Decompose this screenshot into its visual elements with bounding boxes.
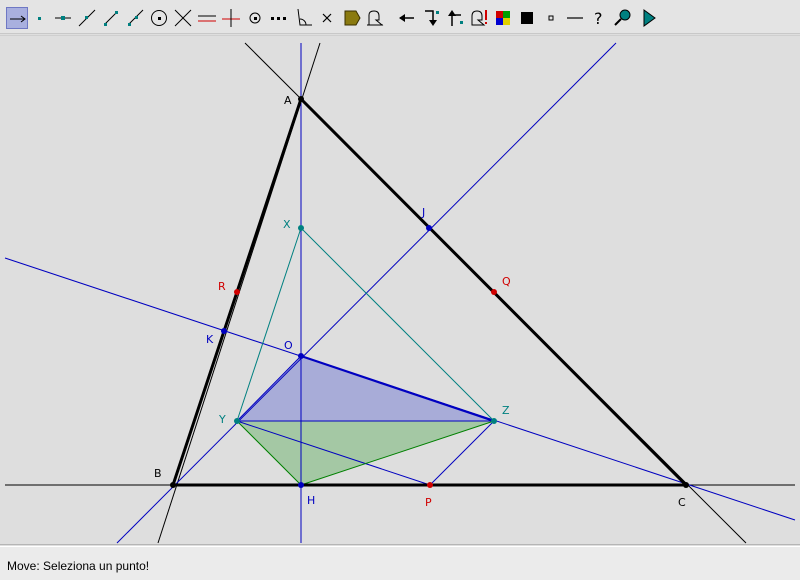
angle-tool-button[interactable]	[292, 7, 314, 29]
status-bar: Move: Seleziona un punto!	[0, 546, 800, 580]
ray-tool-button[interactable]	[124, 7, 146, 29]
polygon-tool-button[interactable]	[340, 7, 362, 29]
filled-square-icon	[521, 12, 533, 24]
parallel-lines-icon	[198, 15, 216, 22]
macro-end-tool-button[interactable]	[444, 7, 466, 29]
label-q: Q	[502, 275, 511, 288]
help-tool-button[interactable]: ?	[588, 7, 610, 29]
zoom-tool-button[interactable]	[612, 7, 634, 29]
segment-tool-button[interactable]	[100, 7, 122, 29]
parallel-line-tool-button[interactable]	[196, 7, 218, 29]
measure-icon	[367, 10, 384, 26]
point-y[interactable]	[234, 418, 240, 424]
label-a: A	[284, 94, 292, 107]
locus-tool-button[interactable]	[268, 7, 290, 29]
delete-tool-button[interactable]	[316, 7, 338, 29]
line-icon	[78, 9, 96, 27]
intersection-tool-button[interactable]	[172, 7, 194, 29]
label-h: H	[307, 494, 315, 507]
line-tool-button[interactable]	[76, 7, 98, 29]
blue-filled-triangle[interactable]	[237, 356, 494, 421]
label-k: K	[206, 333, 214, 346]
point-b[interactable]	[170, 482, 176, 488]
zoom-magnifier-icon	[614, 9, 631, 26]
point-on-object-tool-button[interactable]	[52, 7, 74, 29]
small-square-icon	[548, 15, 554, 21]
svg-text:?: ?	[594, 9, 603, 28]
point-h[interactable]	[298, 482, 304, 488]
label-x: X	[283, 218, 291, 231]
measure-tool-button[interactable]	[364, 7, 386, 29]
circle-tool-button[interactable]	[148, 7, 170, 29]
line-style-icon	[567, 17, 583, 19]
point-a[interactable]	[298, 96, 304, 102]
color-palette-icon	[496, 11, 510, 25]
point-c[interactable]	[683, 482, 689, 488]
delete-x-icon	[322, 13, 332, 23]
label-b: B	[154, 467, 162, 480]
label-r: R	[218, 280, 226, 293]
animate-tool-button[interactable]	[638, 7, 660, 29]
drawing-canvas[interactable]: A B C J Q X R K O Y Z H P	[0, 35, 800, 545]
play-triangle-icon	[643, 9, 656, 27]
move-arrow-icon	[10, 15, 26, 23]
point-x[interactable]	[298, 225, 304, 231]
macro-end-icon	[448, 10, 463, 26]
point-p[interactable]	[427, 482, 433, 488]
ray-icon	[128, 9, 144, 26]
point-r[interactable]	[234, 289, 240, 295]
segment-icon	[104, 11, 118, 26]
angle-icon	[297, 8, 312, 26]
label-y: Y	[218, 413, 226, 426]
macro-start-icon	[425, 10, 439, 26]
question-mark-icon: ?	[594, 9, 603, 28]
macro-run-icon	[471, 10, 487, 26]
left-arrow-icon	[399, 14, 414, 22]
dotted-line-icon	[271, 17, 286, 20]
point-k[interactable]	[221, 328, 227, 334]
undo-tool-button[interactable]	[396, 7, 418, 29]
label-z: Z	[502, 404, 510, 417]
label-j: J	[421, 206, 425, 219]
point-o[interactable]	[298, 353, 304, 359]
point-icon	[38, 17, 41, 20]
perpendicular-lines-icon	[222, 9, 240, 27]
macro-start-tool-button[interactable]	[420, 7, 442, 29]
point-j[interactable]	[426, 225, 432, 231]
polygon-icon	[344, 10, 361, 26]
toolbar: ?	[0, 0, 800, 34]
point-tool-button[interactable]	[28, 7, 50, 29]
macro-run-tool-button[interactable]	[468, 7, 490, 29]
green-filled-triangle[interactable]	[237, 421, 494, 485]
point-size-tool-button[interactable]	[540, 7, 562, 29]
perpendicular-line-tool-button[interactable]	[220, 7, 242, 29]
circle-icon	[151, 10, 167, 26]
center-tool-button[interactable]	[244, 7, 266, 29]
label-p: P	[425, 496, 432, 509]
intersection-icon	[174, 9, 192, 27]
status-message: Move: Seleziona un punto!	[7, 559, 150, 573]
move-tool-button[interactable]	[6, 7, 28, 29]
geometry-drawing[interactable]: A B C J Q X R K O Y Z H P	[0, 36, 800, 546]
point-on-line-icon	[55, 16, 71, 20]
label-c: C	[678, 496, 686, 509]
fill-tool-button[interactable]	[516, 7, 538, 29]
line-style-tool-button[interactable]	[564, 7, 586, 29]
label-o: O	[284, 339, 293, 352]
point-z[interactable]	[491, 418, 497, 424]
point-q[interactable]	[491, 289, 497, 295]
center-point-icon	[249, 12, 261, 24]
color-palette-tool-button[interactable]	[492, 7, 514, 29]
